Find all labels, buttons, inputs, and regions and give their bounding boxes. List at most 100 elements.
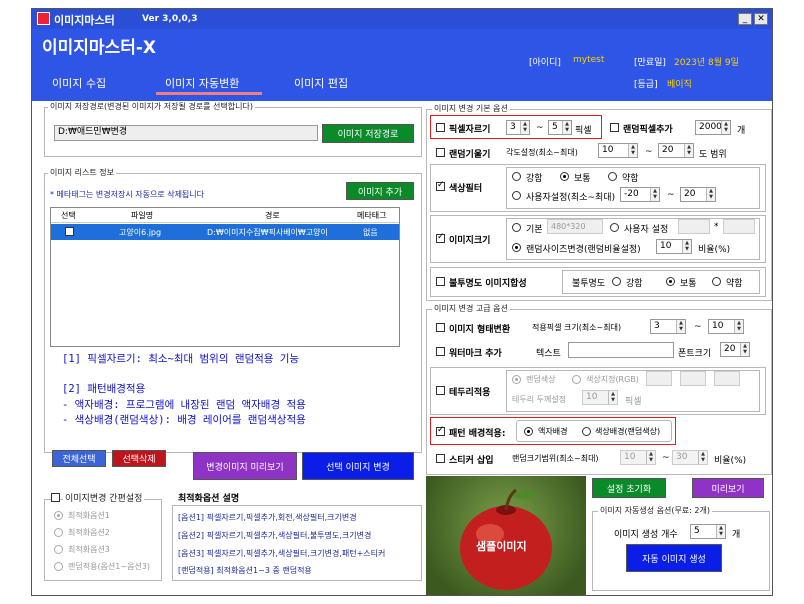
shape-min[interactable]: 3 ▲ ▼ — [650, 319, 686, 334]
col-path[interactable]: 경로 — [265, 210, 280, 221]
size-basic-select[interactable]: 480*320 — [547, 219, 603, 234]
border-random-radio[interactable] — [512, 375, 521, 384]
size-ratio[interactable]: 10 ▲ ▼ — [656, 239, 692, 254]
spin-arrows-icon[interactable]: ▲ ▼ — [684, 144, 693, 157]
filter-normal-radio[interactable] — [560, 172, 569, 181]
filter-custom-min[interactable]: -20 ▲ ▼ — [620, 187, 660, 202]
watermark-font-size-value: 20 — [724, 344, 736, 354]
col-select[interactable]: 선택 — [61, 210, 76, 221]
size-star: * — [714, 222, 719, 232]
size-random-radio[interactable] — [512, 243, 521, 252]
spin-arrows-icon[interactable]: ▲ ▼ — [646, 451, 655, 464]
pixel-crop-checkbox[interactable] — [436, 123, 445, 132]
delete-selected-button[interactable]: 선택삭제 — [112, 450, 166, 467]
convert-selected-button[interactable]: 선택 이미지 변경 — [302, 452, 414, 480]
minimize-button[interactable]: _ — [738, 13, 752, 25]
row-checkbox[interactable] — [65, 227, 74, 236]
size-user-radio[interactable] — [610, 223, 619, 232]
watermark-font-size[interactable]: 20 ▲ ▼ — [720, 342, 750, 357]
opacity-weak-radio[interactable] — [712, 277, 721, 286]
sticker-max-value: 30 — [676, 452, 688, 462]
shape-max[interactable]: 10 ▲ ▼ — [708, 319, 744, 334]
border-thickness[interactable]: 10 ▲ ▼ — [582, 390, 618, 405]
size-random-label: 랜덤사이즈변경(랜덤비율설정) — [526, 245, 641, 255]
tab-collect[interactable]: 이미지 수집 — [52, 75, 106, 91]
border-g-input[interactable] — [680, 371, 706, 386]
col-meta[interactable]: 메타태그 — [357, 210, 386, 221]
spin-arrows-icon[interactable]: ▲ ▼ — [562, 121, 571, 134]
save-path-button[interactable]: 이미지 저장경로 — [322, 124, 414, 143]
select-all-button[interactable]: 전체선택 — [52, 450, 106, 467]
simple-option-2-radio[interactable] — [54, 528, 63, 537]
tab-edit[interactable]: 이미지 편집 — [294, 75, 348, 91]
opacity-normal-radio[interactable] — [666, 277, 675, 286]
spin-arrows-icon[interactable]: ▲ ▼ — [740, 343, 749, 356]
table-header: 선택 파일명 경로 메타태그 — [51, 208, 399, 223]
spin-arrows-icon[interactable]: ▲ ▼ — [650, 188, 659, 201]
title-bar: 이미지마스터 Ver 3,0,0,3 _ ✕ — [32, 9, 772, 29]
random-pixel-checkbox[interactable] — [610, 123, 619, 132]
pixel-crop-max[interactable]: 5 ▲ ▼ — [548, 120, 572, 135]
table-row[interactable]: 고양이6.jpg D:₩이미지수집₩픽사베이₩고양이 없음 — [51, 224, 399, 240]
spin-arrows-icon[interactable]: ▲ ▼ — [698, 451, 707, 464]
tilt-checkbox[interactable] — [436, 148, 445, 157]
spin-arrows-icon[interactable]: ▲ ▼ — [734, 320, 743, 333]
add-image-button[interactable]: 이미지 추가 — [346, 182, 414, 200]
image-size-checkbox[interactable] — [436, 232, 445, 243]
size-user-width[interactable] — [678, 219, 710, 234]
sticker-checkbox[interactable] — [436, 454, 445, 463]
filter-custom-max[interactable]: 20 ▲ ▼ — [680, 187, 716, 202]
random-pixel-count[interactable]: 2000 ▲ ▼ — [695, 120, 731, 135]
tilt-min[interactable]: 10 ▲ ▼ — [598, 143, 638, 158]
auto-generate-button[interactable]: 자동 이미지 생성 — [626, 544, 722, 572]
filter-weak-radio[interactable] — [608, 172, 617, 181]
tab-auto-convert[interactable]: 이미지 자동변환 — [165, 75, 239, 91]
simple-option-3-radio[interactable] — [54, 545, 63, 554]
spin-arrows-icon[interactable]: ▲ ▼ — [608, 391, 617, 404]
shape-min-value: 3 — [654, 321, 660, 331]
border-rgb-radio[interactable] — [572, 375, 581, 384]
simple-settings-checkbox[interactable] — [51, 493, 60, 502]
col-filename[interactable]: 파일명 — [131, 210, 153, 221]
tilt-max[interactable]: 20 ▲ ▼ — [658, 143, 694, 158]
filter-strong-radio[interactable] — [512, 172, 521, 181]
border-checkbox[interactable] — [436, 386, 445, 395]
shape-checkbox[interactable] — [436, 323, 445, 332]
pattern-color-radio[interactable] — [582, 427, 591, 436]
spin-arrows-icon[interactable]: ▲ ▼ — [682, 240, 691, 253]
watermark-checkbox[interactable] — [436, 347, 445, 356]
close-button[interactable]: ✕ — [754, 13, 768, 25]
opacity-strong-radio[interactable] — [612, 277, 621, 286]
pattern-frame-radio[interactable] — [524, 427, 533, 436]
simple-option-1-radio[interactable] — [54, 511, 63, 520]
color-filter-checkbox[interactable] — [436, 180, 445, 191]
preview-changed-button[interactable]: 변경이미지 미리보기 — [193, 452, 297, 480]
spin-arrows-icon[interactable]: ▲ ▼ — [706, 188, 715, 201]
save-path-group-label: 이미지 저장경로(변경된 이미지가 저장될 경로를 선택합니다) — [48, 101, 255, 112]
pattern-frame-label: 액자배경 — [538, 427, 568, 436]
size-basic-radio[interactable] — [512, 223, 521, 232]
spin-arrows-icon[interactable]: ▲ ▼ — [520, 121, 529, 134]
spin-arrows-icon[interactable]: ▲ ▼ — [721, 121, 730, 134]
spin-arrows-icon[interactable]: ▲ ▼ — [628, 144, 637, 157]
border-r-input[interactable] — [646, 371, 672, 386]
sticker-min[interactable]: 10 ▲ ▼ — [620, 450, 656, 465]
simple-option-random-radio[interactable] — [54, 562, 63, 571]
filter-custom-radio[interactable] — [512, 191, 521, 200]
size-user-height[interactable] — [723, 219, 755, 234]
opt-desc-2: [옵션2] 픽셀자르기,픽셀추가,색상필터,불투명도,크기변경 — [178, 531, 372, 540]
pattern-checkbox[interactable] — [436, 425, 445, 436]
preview-button[interactable]: 미리보기 — [692, 478, 764, 498]
spin-arrows-icon[interactable]: ▲ ▼ — [716, 525, 725, 538]
pixel-crop-min[interactable]: 3 ▲ ▼ — [506, 120, 530, 135]
reset-settings-button[interactable]: 설정 초기화 — [592, 478, 666, 498]
auto-count[interactable]: 5 ▲ ▼ — [690, 524, 726, 539]
sticker-max[interactable]: 30 ▲ ▼ — [672, 450, 708, 465]
sticker-min-value: 10 — [624, 452, 636, 462]
filter-weak-label: 약함 — [622, 174, 639, 184]
watermark-text-input[interactable] — [568, 342, 674, 358]
opacity-checkbox[interactable] — [436, 277, 445, 286]
spin-arrows-icon[interactable]: ▲ ▼ — [676, 320, 685, 333]
border-b-input[interactable] — [714, 371, 740, 386]
save-path-input[interactable]: D:₩애드민₩변경 — [54, 125, 318, 141]
